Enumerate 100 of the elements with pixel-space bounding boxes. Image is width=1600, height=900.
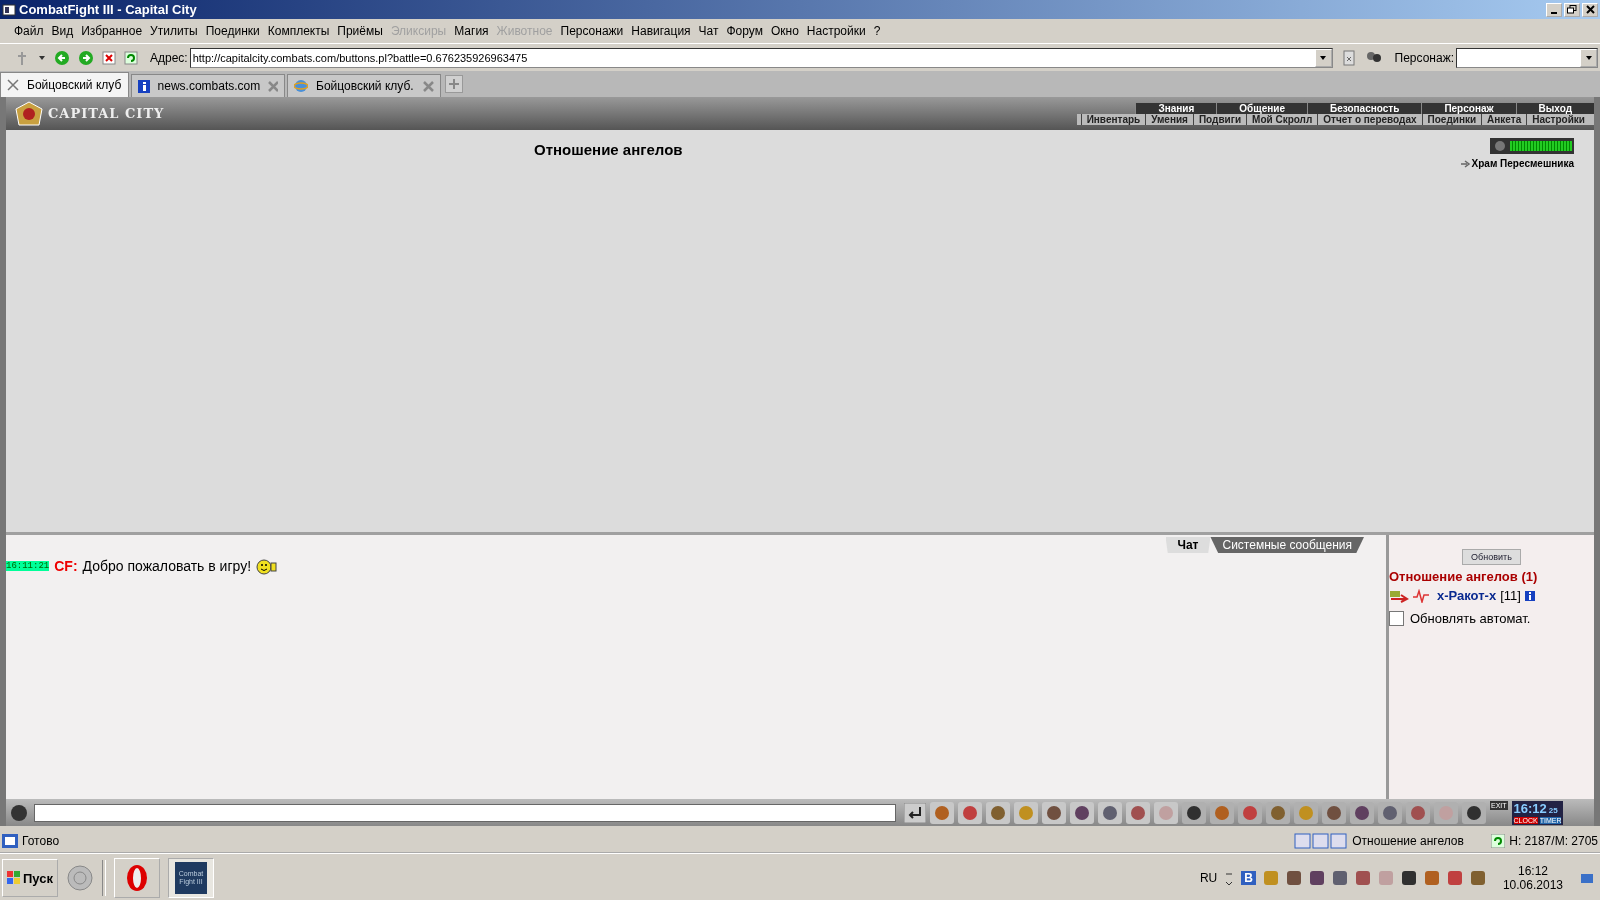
minimize-button[interactable] — [1546, 2, 1562, 17]
chat-tab[interactable]: Системные сообщения — [1210, 537, 1364, 553]
menu-item[interactable]: Магия — [450, 24, 493, 38]
tray-icon[interactable] — [1308, 870, 1325, 886]
nav-link[interactable]: Поединки — [1421, 113, 1482, 125]
auto-refresh-checkbox[interactable] — [1389, 611, 1404, 626]
info-icon[interactable] — [1524, 590, 1535, 601]
chat-input[interactable] — [34, 803, 896, 822]
logo: CAPITAL CITY — [6, 100, 165, 127]
taskbar-clock[interactable]: 16:12 10.06.2013 — [1502, 864, 1563, 892]
restore-icon — [1567, 5, 1577, 14]
menu-item[interactable]: Навигация — [627, 24, 695, 38]
window-title: CombatFight III - Capital City — [19, 2, 197, 17]
menu-item[interactable]: Окно — [766, 24, 803, 38]
status-page: Отношение ангелов — [1352, 834, 1465, 848]
page-icon — [2, 834, 18, 848]
dropdown-arrow-icon[interactable] — [1319, 54, 1328, 61]
nav-link[interactable]: Анкета — [1481, 113, 1527, 125]
page-icon[interactable] — [1340, 49, 1357, 66]
tray-icon[interactable] — [1400, 870, 1417, 886]
tray-icon[interactable] — [1469, 870, 1486, 886]
back-icon[interactable] — [54, 49, 70, 66]
tray-app-icon[interactable]: B — [1241, 871, 1256, 885]
nav-link[interactable]: Инвентарь — [1080, 113, 1146, 125]
nav-link[interactable]: Безопасность — [1307, 102, 1422, 114]
message-text: Добро пожаловать в игру! — [82, 558, 252, 574]
restore-button[interactable] — [1564, 2, 1580, 17]
menu-item[interactable]: Приёмы — [333, 24, 387, 38]
nav-link[interactable]: Умения — [1145, 113, 1193, 125]
status-stats: H: 2187/M: 2705 — [1509, 834, 1598, 848]
menu-item[interactable]: Утилиты — [146, 24, 202, 38]
page-title: Отношение ангелов — [534, 141, 683, 160]
battle-arrow-icon[interactable] — [1389, 588, 1409, 603]
tray-icon[interactable] — [1354, 870, 1371, 886]
nav-link[interactable]: Подвиги — [1192, 113, 1247, 125]
new-tab-icon[interactable] — [445, 75, 463, 93]
nav-link[interactable]: Персонаж — [1421, 102, 1516, 114]
refresh-icon[interactable] — [124, 50, 138, 65]
address-label: Адрес: — [150, 50, 188, 65]
refresh-button[interactable]: Обновить — [1462, 549, 1521, 565]
menu-item[interactable]: Чат — [694, 24, 723, 38]
cross-icon — [7, 79, 19, 91]
room-heading: Отношение ангелов (1) — [1389, 569, 1539, 584]
arrow-icon — [1460, 159, 1471, 168]
game-action-icon[interactable] — [986, 801, 1010, 824]
show-desktop-icon[interactable] — [1580, 871, 1594, 885]
language-indicator[interactable]: RU — [1199, 871, 1218, 885]
character-dropdown[interactable] — [1456, 47, 1598, 68]
dropdown-arrow-icon[interactable] — [1584, 54, 1593, 61]
address-field[interactable]: http://capitalcity.combats.com/buttons.pl?battle=0.676235926963475 — [189, 47, 1333, 68]
start-button[interactable]: Пуск — [2, 859, 58, 897]
globe-icon — [294, 79, 308, 93]
forward-icon[interactable] — [78, 49, 94, 66]
location-link[interactable]: Храм Пересмешника — [1471, 158, 1574, 169]
game-action-icon[interactable] — [1070, 801, 1094, 824]
quick-launch-icon[interactable] — [66, 864, 94, 892]
player-name[interactable]: x-Ракот-x — [1437, 588, 1497, 603]
menu-item[interactable]: Поединки — [201, 24, 264, 38]
menu-item[interactable]: Форум — [722, 24, 767, 38]
close-button[interactable] — [1582, 2, 1598, 17]
browser-tab[interactable]: Бойцовский клуб — [0, 72, 129, 97]
character-label: Персонаж: — [1394, 50, 1454, 65]
tray-icon[interactable] — [1285, 870, 1302, 886]
letter-o-logo-icon — [125, 863, 149, 893]
nav-link[interactable]: Общение — [1216, 102, 1307, 114]
menu-item[interactable]: Избранное — [77, 24, 147, 38]
windows-logo-icon — [7, 871, 21, 885]
tray-icon[interactable] — [1331, 870, 1348, 886]
chat-tab[interactable]: Чат — [1165, 537, 1211, 553]
game-action-icon[interactable] — [1126, 801, 1150, 824]
stop-icon[interactable] — [102, 50, 116, 65]
game-action-icon[interactable] — [958, 801, 982, 824]
nav-link[interactable]: Знания — [1135, 102, 1217, 114]
nav-link[interactable]: Мой Скролл — [1246, 113, 1318, 125]
close-tab-icon[interactable] — [268, 80, 278, 92]
game-action-icon[interactable] — [1042, 801, 1066, 824]
nav-link[interactable]: Настройки — [1526, 113, 1590, 125]
menu-item[interactable]: Файл — [10, 24, 48, 38]
browser-tab[interactable]: news.combats.com — [131, 74, 285, 97]
enter-icon[interactable] — [904, 802, 926, 823]
close-tab-icon[interactable] — [423, 80, 434, 92]
info-icon — [138, 79, 150, 93]
player-level: [11] — [1500, 588, 1521, 603]
nav-link[interactable]: Отчет о переводах — [1317, 113, 1422, 125]
nav-link[interactable]: Выход — [1515, 102, 1594, 114]
clock-time: 16:12 — [1513, 800, 1547, 816]
refresh-icon — [1491, 834, 1506, 848]
dropdown-arrow-icon[interactable] — [38, 54, 46, 61]
status-text: Готово — [22, 834, 61, 848]
menu-item[interactable]: ? — [869, 24, 885, 38]
menu-item[interactable]: Настройки — [802, 24, 870, 38]
menu-item[interactable]: Вид — [47, 24, 78, 38]
minimize-icon — [1551, 11, 1557, 14]
menu-item[interactable]: Персонажи — [556, 24, 628, 38]
opera-task-button[interactable] — [114, 858, 160, 898]
app-icon — [2, 3, 16, 16]
game-action-icon[interactable] — [1098, 801, 1122, 824]
close-icon — [1585, 5, 1595, 14]
menu-item[interactable]: Комплекты — [263, 24, 334, 38]
browser-tab[interactable]: Бойцовский клуб. — [287, 74, 441, 97]
